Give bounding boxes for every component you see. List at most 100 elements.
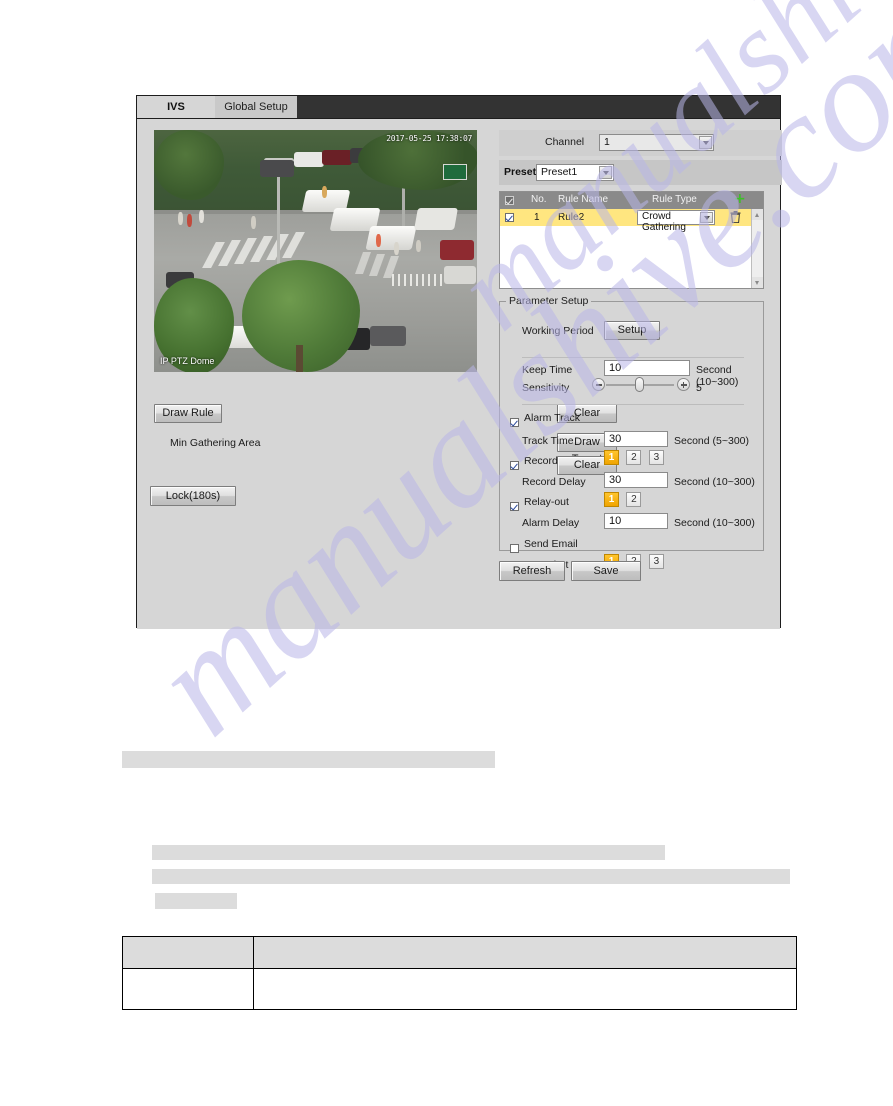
alarm-track-checkbox[interactable]: [510, 418, 519, 428]
scene-fence: [392, 274, 444, 286]
refresh-button[interactable]: Refresh: [499, 561, 565, 581]
scene-car: [370, 326, 406, 346]
record-channel-chips[interactable]: 1 2 3: [604, 450, 667, 468]
cell-rule-name: Rule2: [558, 212, 585, 223]
keep-time-input[interactable]: [604, 360, 690, 376]
scene-car: [414, 208, 458, 230]
scene-pedestrian: [187, 214, 192, 227]
preset-select[interactable]: Preset1: [536, 164, 614, 181]
plus-icon[interactable]: [677, 378, 690, 391]
channel-value: 1: [604, 136, 610, 148]
send-email-label: Send Email: [524, 538, 578, 550]
lock-button[interactable]: Lock(180s): [150, 486, 236, 506]
scroll-up-icon[interactable]: [752, 209, 763, 220]
row-checkbox[interactable]: [505, 212, 514, 222]
send-email-checkbox[interactable]: [510, 544, 519, 554]
snapshot-channel-3[interactable]: 3: [648, 554, 664, 569]
scroll-down-icon[interactable]: [752, 277, 763, 288]
scene-car: [260, 160, 294, 177]
record-channel-2[interactable]: 2: [626, 450, 642, 465]
redaction-bar: [152, 869, 790, 884]
select-all-checkbox[interactable]: [505, 195, 514, 205]
track-time-input[interactable]: [604, 431, 668, 447]
rule-table-header: No. Rule Name Rule Type +: [500, 192, 763, 209]
tab-bar: IVS Global Setup: [137, 96, 780, 119]
record-channel-3[interactable]: 3: [648, 450, 664, 465]
scene-tree: [154, 130, 224, 200]
sensitivity-label: Sensitivity: [522, 382, 570, 394]
record-checkbox-group[interactable]: Record: [510, 455, 558, 475]
alarm-track-checkbox-group[interactable]: Alarm Track: [510, 412, 580, 432]
scene-pedestrian: [416, 240, 421, 252]
parameter-setup-panel: Parameter Setup Working Period Setup Kee…: [499, 295, 764, 575]
trash-icon[interactable]: [730, 211, 741, 224]
chevron-down-icon[interactable]: [599, 166, 612, 179]
document-table: [122, 936, 797, 1010]
sensitivity-value: 5: [696, 382, 702, 394]
scene-pedestrian: [394, 242, 399, 255]
record-channel-1[interactable]: 1: [604, 450, 619, 465]
relay-out-channel-1[interactable]: 1: [604, 492, 619, 507]
video-scene: [154, 130, 477, 372]
slider-handle[interactable]: [635, 377, 644, 392]
column-header-no: No.: [531, 194, 547, 205]
scene-pedestrian: [178, 212, 183, 225]
preset-value: Preset1: [541, 166, 578, 178]
video-timestamp: 2017-05-25 17:38:07: [386, 134, 472, 143]
section-divider: [522, 404, 744, 405]
scene-car: [365, 226, 417, 250]
section-divider: [522, 357, 744, 358]
column-header-rule-name: Rule Name: [558, 194, 609, 205]
window-body: 2017-05-25 17:38:07 IP PTZ Dome Draw Rul…: [137, 119, 782, 629]
working-period-setup-button[interactable]: Setup: [604, 321, 660, 340]
alarm-delay-unit: Second (10~300): [674, 517, 755, 529]
channel-select[interactable]: 1: [599, 134, 714, 151]
scene-street-sign: [443, 164, 467, 180]
relay-out-checkbox[interactable]: [510, 502, 519, 512]
chevron-down-icon[interactable]: [700, 212, 713, 223]
scene-pedestrian: [199, 210, 204, 223]
relay-out-channel-2[interactable]: 2: [626, 492, 642, 507]
tab-ivs[interactable]: IVS: [137, 96, 215, 118]
keep-time-unit: Second (10~300): [696, 364, 739, 388]
alarm-delay-input[interactable]: [604, 513, 668, 529]
record-delay-input[interactable]: [604, 472, 668, 488]
track-time-unit: Second (5~300): [674, 435, 750, 447]
rule-table-scrollbar[interactable]: [751, 209, 763, 288]
relay-out-checkbox-group[interactable]: Relay-out: [510, 496, 569, 516]
chevron-down-icon[interactable]: [699, 136, 712, 149]
save-button[interactable]: Save: [571, 561, 641, 581]
minus-icon[interactable]: [592, 378, 605, 391]
rule-type-select[interactable]: Crowd Gathering: [637, 210, 715, 233]
cell-no: 1: [534, 212, 540, 223]
track-time-label: Track Time: [522, 435, 574, 447]
tab-global-setup[interactable]: Global Setup: [215, 96, 297, 118]
table-column-divider: [253, 937, 254, 1009]
sensitivity-slider[interactable]: [592, 377, 690, 392]
video-camera-name: IP PTZ Dome: [160, 356, 215, 366]
table-row[interactable]: 1 Rule2 Crowd Gathering: [500, 209, 763, 233]
rule-table: No. Rule Name Rule Type + 1 Rule2 Crowd …: [499, 191, 764, 289]
keep-time-label: Keep Time: [522, 364, 573, 376]
record-delay-label: Record Delay: [522, 476, 586, 488]
preset-row: Preset Preset1: [499, 160, 782, 185]
relay-out-label: Relay-out: [524, 496, 569, 508]
scene-pedestrian: [376, 234, 381, 247]
send-email-checkbox-group[interactable]: Send Email: [510, 538, 578, 558]
redaction-bar: [152, 845, 665, 860]
scene-tree-trunk: [296, 345, 303, 372]
column-header-rule-type: Rule Type: [652, 194, 697, 205]
scene-car: [440, 240, 474, 260]
table-header-row: [123, 937, 796, 969]
relay-out-channel-chips[interactable]: 1 2: [604, 492, 644, 510]
ivs-config-window: IVS Global Setup 2017-05-25 17:38:07 IP …: [136, 95, 782, 629]
record-checkbox[interactable]: [510, 461, 519, 471]
record-delay-unit: Second (10~300): [674, 476, 755, 488]
parameter-setup-legend: Parameter Setup: [506, 295, 592, 307]
channel-row: Channel 1: [499, 130, 782, 156]
scene-car: [294, 152, 324, 167]
scene-pedestrian: [322, 186, 327, 198]
add-rule-icon[interactable]: +: [734, 192, 746, 206]
draw-rule-button[interactable]: Draw Rule: [154, 404, 222, 423]
video-preview[interactable]: 2017-05-25 17:38:07 IP PTZ Dome: [154, 130, 477, 372]
